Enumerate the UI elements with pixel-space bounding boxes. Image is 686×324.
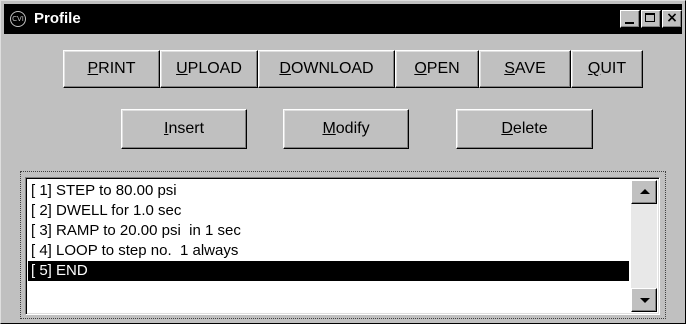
list-item[interactable]: [ 1] STEP to 80.00 psi [28,181,629,201]
insert-label: nsert [168,120,205,137]
modify-mnemonic: M [322,120,336,137]
steps-rows: [ 1] STEP to 80.00 psi [ 2] DWELL for 1.… [28,181,629,281]
download-button[interactable]: D OWNLOAD [258,50,395,88]
title-bar[interactable]: CVI Profile × [4,4,682,34]
save-mnemonic: S [504,60,515,77]
save-label: AVE [514,60,546,77]
cvi-logo-icon[interactable]: CVI [10,11,26,27]
list-item[interactable]: [ 3] RAMP to 20.00 psi in 1 sec [28,221,629,241]
maximize-button[interactable] [641,10,661,28]
upload-mnemonic: U [176,60,188,77]
scroll-up-icon[interactable] [631,180,657,204]
save-button[interactable]: S AVE [479,50,571,88]
list-item-selected[interactable]: [ 5] END [28,261,629,281]
insert-button[interactable]: Insert [121,109,247,149]
profile-window: CVI Profile × P RINT U PLOAD D OWNLOAD O PEN… [0,0,686,324]
print-mnemonic: P [87,60,99,77]
delete-button[interactable]: Delete [456,109,593,149]
open-mnemonic: O [414,60,427,77]
upload-label: PLOAD [187,60,242,77]
upload-button[interactable]: U PLOAD [160,50,258,88]
scroll-down-icon[interactable] [631,288,657,312]
profile-steps-list[interactable]: [ 1] STEP to 80.00 psi [ 2] DWELL for 1.… [25,177,660,315]
modify-label: odify [335,120,370,137]
quit-mnemonic: Q [587,60,601,77]
list-item[interactable]: [ 2] DWELL for 1.0 sec [28,201,629,221]
window-title: Profile [34,10,81,27]
open-button[interactable]: O PEN [395,50,479,88]
modify-button[interactable]: Modify [283,109,409,149]
vertical-scrollbar[interactable] [631,180,657,312]
quit-button[interactable]: Q UIT [571,50,643,88]
delete-mnemonic: D [501,120,513,137]
close-button[interactable]: × [662,10,682,28]
quit-label: UIT [600,60,627,77]
delete-label: elete [512,120,548,137]
download-label: OWNLOAD [290,60,374,77]
print-label: RINT [98,60,136,77]
open-label: PEN [426,60,460,77]
minimize-button[interactable] [620,10,640,28]
print-button[interactable]: P RINT [63,50,160,88]
list-item[interactable]: [ 4] LOOP to step no. 1 always [28,241,629,261]
close-icon: × [666,10,678,26]
download-mnemonic: D [279,60,291,77]
